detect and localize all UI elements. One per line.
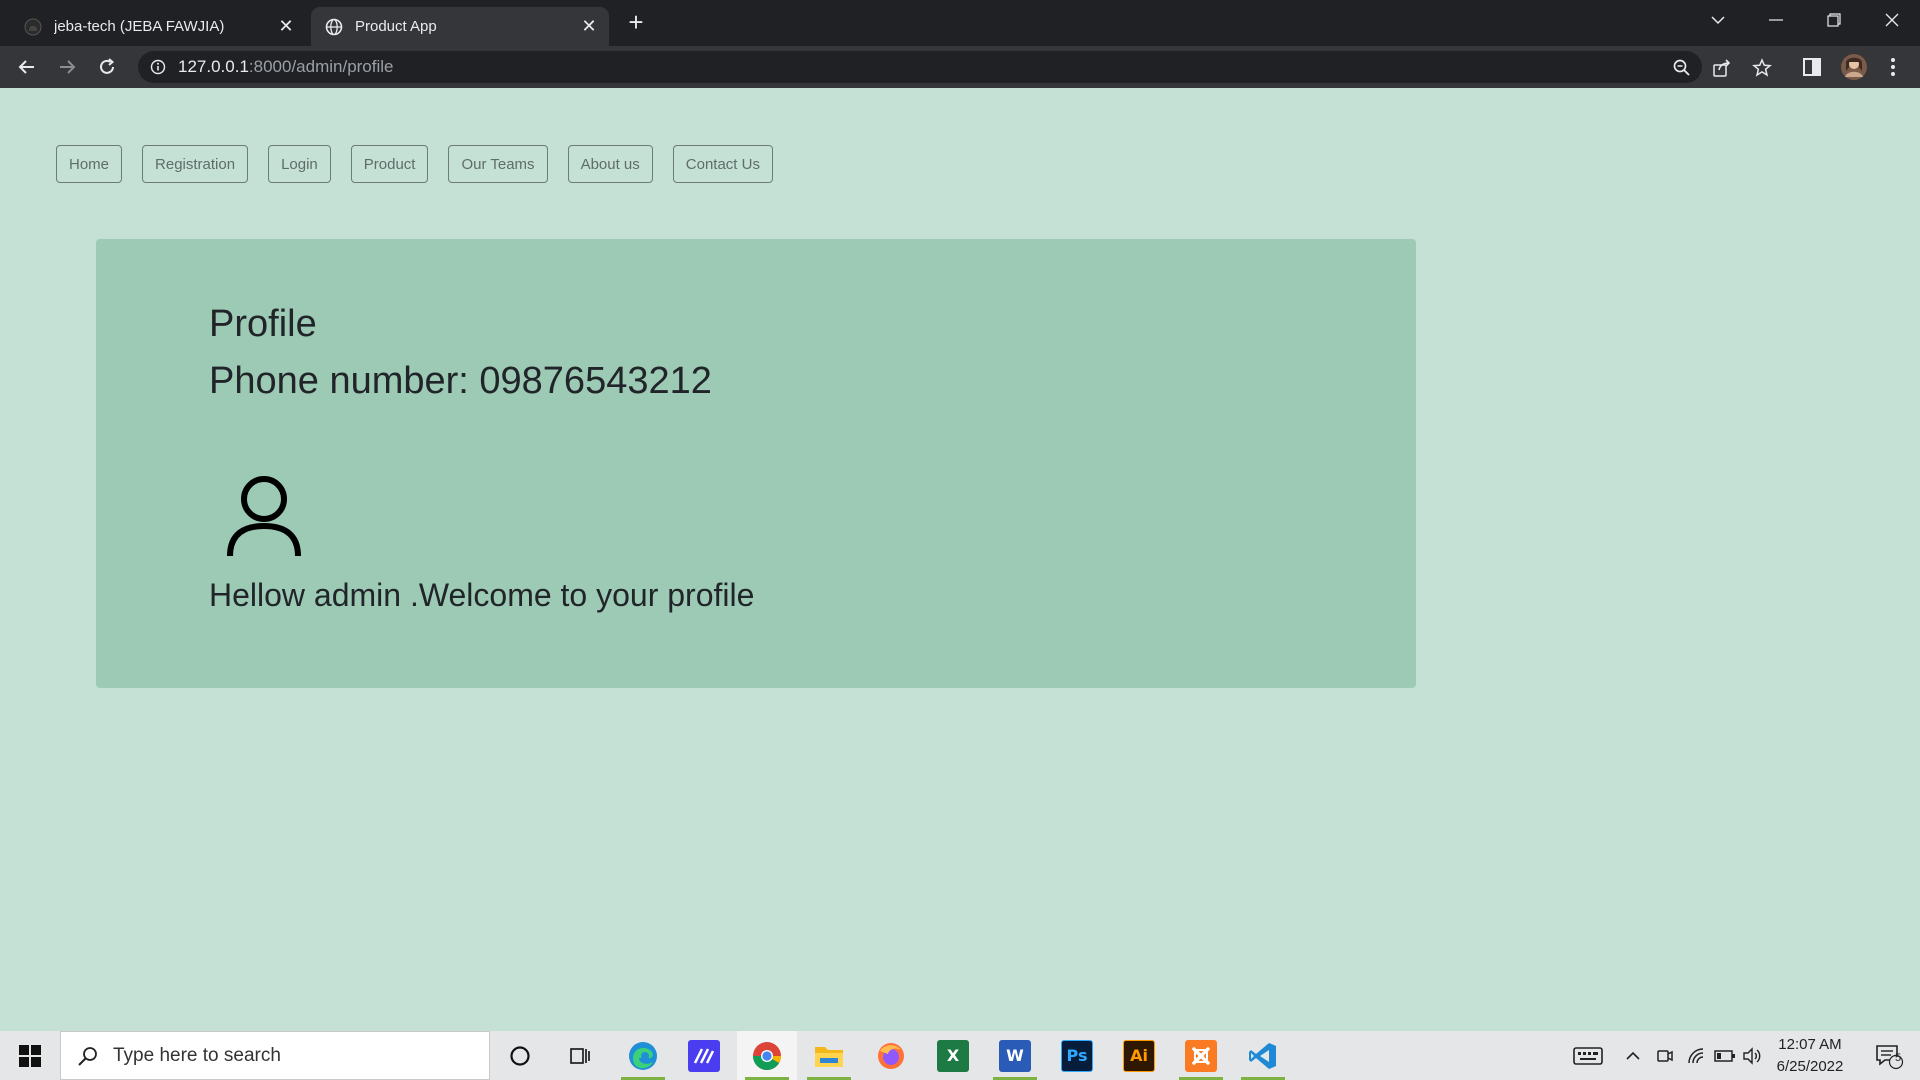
nav-our-teams[interactable]: Our Teams [448, 145, 548, 183]
page-content: Home Registration Login Product Our Team… [0, 88, 1920, 1031]
pen-app-icon[interactable] [674, 1031, 734, 1080]
profile-avatar-icon[interactable] [1840, 53, 1868, 81]
cortana-icon[interactable] [490, 1031, 550, 1080]
search-icon [77, 1045, 99, 1067]
edge-icon[interactable] [613, 1031, 673, 1080]
browser-toolbar: 127.0.0.1:8000/admin/profile [0, 46, 1920, 88]
bookmark-star-icon[interactable] [1752, 58, 1772, 78]
user-icon [224, 474, 304, 558]
url-host: 127.0.0.1 [178, 57, 249, 76]
minimize-button[interactable] [1748, 0, 1804, 40]
nav-registration[interactable]: Registration [142, 145, 249, 183]
vscode-icon[interactable] [1233, 1031, 1293, 1080]
clock-time: 12:07 AM [1778, 1035, 1842, 1053]
notification-center-icon[interactable]: 5 [1864, 1031, 1914, 1080]
zoom-icon[interactable] [1672, 58, 1692, 78]
back-icon[interactable] [12, 52, 42, 82]
close-tab-icon[interactable]: ✕ [274, 15, 298, 39]
welcome-message: Hellow admin .Welcome to your profile [209, 577, 755, 613]
tab-github[interactable]: jeba-tech (JEBA FAWJIA) ✕ [10, 7, 306, 46]
profile-card: Profile Phone number: 09876543212 Hellow… [96, 239, 1416, 688]
wifi-icon[interactable] [1682, 1031, 1712, 1080]
new-tab-button[interactable]: + [622, 9, 650, 37]
restore-button[interactable] [1806, 0, 1862, 40]
profile-title: Profile [209, 303, 317, 345]
tab-search-icon[interactable] [1690, 0, 1746, 40]
word-icon[interactable]: W [985, 1031, 1045, 1080]
address-bar[interactable]: 127.0.0.1:8000/admin/profile [138, 51, 1772, 83]
nav-home[interactable]: Home [56, 145, 123, 183]
excel-icon[interactable]: X [923, 1031, 983, 1080]
tab-product-app[interactable]: Product App ✕ [311, 7, 609, 46]
photoshop-icon[interactable]: Ps [1047, 1031, 1107, 1080]
windows-taskbar: Type here to search X W Ps Ai 12:07 AM 6… [0, 1031, 1920, 1080]
globe-icon [325, 18, 343, 36]
share-icon[interactable] [1712, 58, 1732, 78]
task-view-icon[interactable] [550, 1031, 610, 1080]
github-icon [24, 18, 42, 36]
notification-count: 5 [1894, 1052, 1902, 1064]
menu-kebab-icon[interactable] [1882, 56, 1904, 78]
main-nav: Home Registration Login Product Our Team… [56, 145, 793, 183]
taskbar-search-input[interactable]: Type here to search [60, 1031, 490, 1080]
tab-title: jeba-tech (JEBA FAWJIA) [54, 18, 225, 35]
close-tab-icon[interactable]: ✕ [577, 15, 601, 39]
windows-start-button[interactable] [0, 1031, 60, 1080]
nav-product[interactable]: Product [350, 145, 429, 183]
illustrator-icon[interactable]: Ai [1109, 1031, 1169, 1080]
clock-date: 6/25/2022 [1776, 1057, 1844, 1075]
forward-icon[interactable] [52, 52, 82, 82]
battery-icon[interactable] [1712, 1031, 1738, 1080]
phone-number: Phone number: 09876543212 [209, 360, 712, 402]
chrome-icon[interactable] [737, 1031, 797, 1080]
firefox-icon[interactable] [861, 1031, 921, 1080]
nav-login[interactable]: Login [268, 145, 331, 183]
keyboard-icon[interactable] [1570, 1031, 1606, 1080]
search-placeholder: Type here to search [113, 1044, 281, 1066]
reload-icon[interactable] [92, 52, 122, 82]
side-panel-icon[interactable] [1801, 56, 1823, 78]
xampp-icon[interactable] [1171, 1031, 1231, 1080]
nav-contact-us[interactable]: Contact Us [672, 145, 773, 183]
close-window-button[interactable] [1864, 0, 1920, 40]
url-path: :8000/admin/profile [248, 57, 394, 76]
folder-icon[interactable] [799, 1031, 859, 1080]
tab-title: Product App [355, 18, 437, 35]
meet-now-icon[interactable] [1650, 1031, 1680, 1080]
nav-about-us[interactable]: About us [567, 145, 653, 183]
chevron-up-icon[interactable] [1620, 1031, 1646, 1080]
browser-tabstrip: jeba-tech (JEBA FAWJIA) ✕ Product App ✕ … [0, 0, 1920, 46]
system-clock[interactable]: 12:07 AM 6/25/2022 [1760, 1031, 1860, 1080]
site-info-icon[interactable] [150, 59, 166, 75]
windows-logo-icon [19, 1044, 41, 1067]
